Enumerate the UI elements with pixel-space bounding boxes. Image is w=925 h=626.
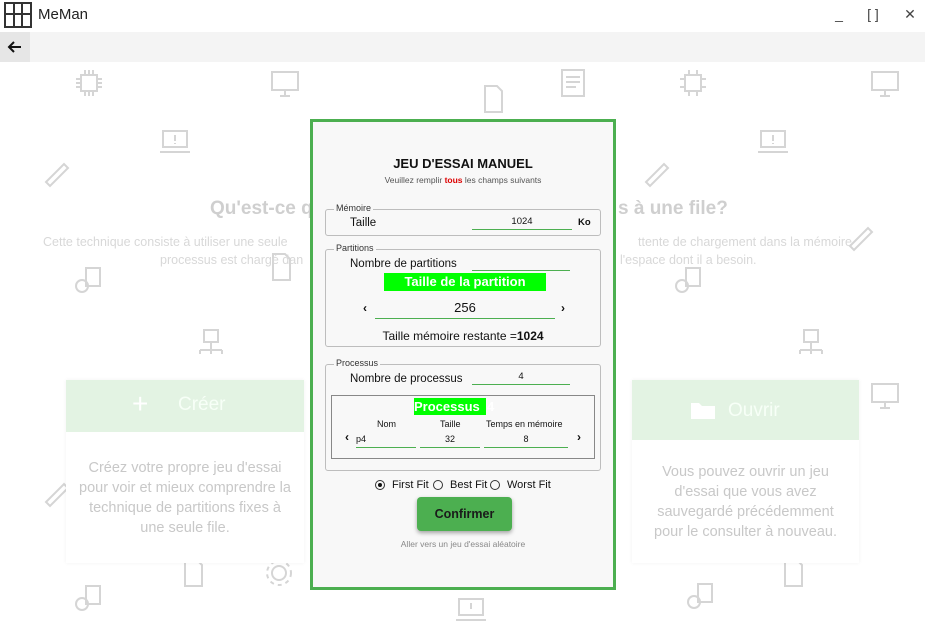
processes-group: Processus Nombre de processus 4 Processu… (325, 358, 601, 471)
create-card-title: Créer (178, 394, 226, 415)
monitor-icon (871, 71, 899, 97)
memory-unit: Ko (578, 217, 591, 228)
app-logo-icon (4, 2, 32, 28)
process-count-field[interactable]: 4 (472, 371, 570, 385)
nav-bar (0, 32, 925, 62)
process-time-header: Temps en mémoire (486, 419, 563, 429)
open-card-title: Ouvrir (728, 400, 780, 421)
memory-size-field[interactable]: 1024 (472, 216, 572, 230)
previous-partition-button[interactable]: ‹ (363, 301, 367, 315)
next-process-button[interactable]: › (577, 430, 581, 444)
title-bar: MeMan _ [ ] ✕ (0, 0, 925, 32)
worst-fit-radio[interactable] (490, 480, 500, 490)
app-title: MeMan (38, 6, 89, 23)
confirm-button[interactable]: Confirmer (417, 497, 512, 531)
process-editor: Processus 4 Nom Taille Temps en mémoire … (331, 395, 595, 459)
first-fit-label: First Fit (392, 479, 429, 491)
memory-group: Mémoire Taille 1024 Ko (325, 203, 601, 236)
partitions-group: Partitions Nombre de partitions Taille d… (325, 243, 601, 347)
first-fit-radio[interactable] (375, 480, 385, 490)
close-button[interactable]: ✕ (900, 6, 920, 23)
bg-paragraph-left-2: processus est chargé dan (160, 253, 304, 267)
network-icon (199, 329, 223, 354)
process-count-label: Nombre de processus (350, 373, 463, 385)
open-card-header: Ouvrir (632, 380, 859, 440)
process-name-header: Nom (377, 419, 397, 429)
remaining-memory-value: 1024 (516, 329, 544, 343)
warning-laptop-icon (456, 598, 486, 621)
dialog-subtitle: Veuillez remplir tous les champs suivant… (313, 175, 613, 185)
gear-document-icon (687, 583, 713, 609)
remaining-memory-label: Taille mémoire restante = (382, 329, 517, 343)
subtitle-text: Veuillez remplir (384, 175, 445, 185)
process-size-header: Taille (440, 419, 461, 429)
minimize-button[interactable]: _ (829, 6, 849, 22)
best-fit-radio[interactable] (433, 480, 443, 490)
bg-paragraph-right-1: ttente de chargement dans la mémoire (638, 235, 853, 249)
random-test-link[interactable]: Aller vers un jeu d'essai aléatoire (313, 539, 613, 549)
remaining-memory-line: Taille mémoire restante =1024 (326, 329, 600, 343)
monitor-icon (871, 383, 899, 409)
gear-document-icon (75, 267, 101, 293)
open-card-body: Vous pouvez ouvrir un jeu d'essai que vo… (654, 464, 837, 540)
warning-laptop-icon (758, 130, 788, 153)
dialog-title: JEU D'ESSAI MANUEL (393, 156, 533, 171)
worst-fit-label: Worst Fit (507, 479, 551, 491)
next-partition-button[interactable]: › (561, 301, 565, 315)
gear-document-icon (675, 267, 701, 293)
process-size-field[interactable]: 32 (420, 434, 480, 448)
partition-count-label: Nombre de partitions (350, 258, 457, 270)
folder-icon (691, 403, 715, 419)
memory-stick-icon (44, 162, 70, 188)
partition-size-banner: Taille de la partition (384, 273, 546, 291)
create-card-body: Créez votre propre jeu d'essai pour voir… (79, 460, 291, 536)
previous-process-button[interactable]: ‹ (345, 430, 349, 444)
best-fit-label: Best Fit (450, 479, 488, 491)
plus-icon: + (132, 388, 149, 419)
bg-heading-right: s à une file? (618, 198, 728, 219)
process-banner: Processus 4 (414, 398, 494, 415)
maximize-button[interactable]: [ ] (860, 6, 886, 22)
gear-document-icon (75, 585, 101, 611)
process-banner-index: 4 (487, 399, 495, 414)
subtitle-text-end: les champs suivants (462, 175, 542, 185)
chip-icon (76, 70, 102, 96)
memory-legend: Mémoire (334, 203, 374, 213)
arrow-left-icon (7, 41, 21, 53)
network-icon (799, 329, 823, 354)
memory-size-label: Taille (350, 217, 377, 229)
bg-paragraph-left-1: Cette technique consiste à utiliser une … (43, 235, 288, 249)
processes-legend: Processus (334, 358, 381, 368)
create-card[interactable]: + Créer Créez votre propre jeu d'essai p… (66, 380, 304, 563)
create-card-header: + Créer (66, 380, 304, 432)
warning-laptop-icon (160, 130, 190, 153)
manual-test-dialog: JEU D'ESSAI MANUEL Veuillez remplir tous… (310, 119, 616, 590)
back-button[interactable] (0, 32, 30, 62)
partitions-legend: Partitions (334, 243, 376, 253)
monitor-icon (271, 71, 299, 97)
partition-size-field[interactable]: 256 (375, 300, 555, 319)
bg-paragraph-right-2: l'espace dont il a besoin. (620, 253, 757, 267)
process-name-field[interactable]: p4 (356, 434, 416, 448)
process-time-field[interactable]: 8 (484, 434, 568, 448)
sd-card-icon (484, 85, 503, 113)
open-card[interactable]: Ouvrir Vous pouvez ouvrir un jeu d'essai… (632, 380, 859, 563)
partition-count-field[interactable] (472, 257, 570, 271)
subtitle-required-word: tous (444, 175, 463, 185)
chip-icon (680, 70, 706, 96)
document-icon (561, 69, 585, 97)
bg-heading-left: Qu'est-ce q (210, 198, 313, 219)
process-banner-label: Processus (414, 399, 480, 414)
memory-stick-icon (644, 162, 670, 188)
